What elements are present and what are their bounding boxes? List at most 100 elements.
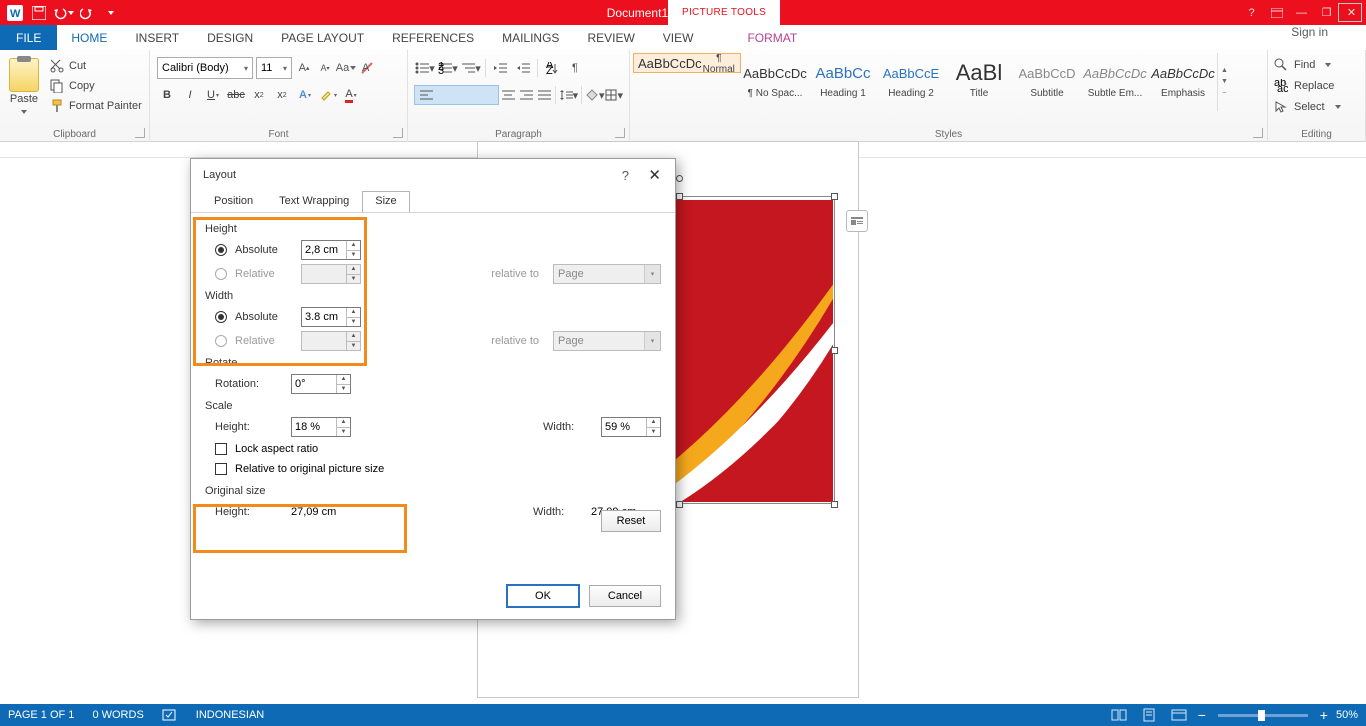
tab-references[interactable]: REFERENCES: [378, 25, 488, 50]
increase-indent-button[interactable]: [512, 57, 534, 79]
help-button[interactable]: ?: [1239, 2, 1264, 24]
font-color-button[interactable]: A▾: [341, 84, 361, 106]
align-left-button[interactable]: [414, 85, 499, 105]
word-icon[interactable]: W: [4, 2, 26, 24]
grow-font-icon[interactable]: A▴: [295, 57, 313, 79]
read-mode-icon[interactable]: [1108, 704, 1130, 726]
print-layout-icon[interactable]: [1138, 704, 1160, 726]
lock-aspect-checkbox[interactable]: [215, 443, 227, 455]
relative-original-checkbox[interactable]: [215, 463, 227, 475]
numbering-button[interactable]: 123▾: [437, 57, 459, 79]
tab-insert[interactable]: INSERT: [121, 25, 193, 50]
style-subtitle[interactable]: AaBbCcDSubtitle: [1013, 53, 1081, 111]
width-absolute-radio[interactable]: [215, 311, 227, 323]
tab-format[interactable]: FORMAT: [733, 25, 811, 50]
resize-handle-e[interactable]: [831, 347, 838, 354]
qat-customize-icon[interactable]: [100, 2, 122, 24]
format-painter-button[interactable]: Format Painter: [50, 96, 142, 116]
resize-handle-se[interactable]: [831, 501, 838, 508]
dialog-close-icon[interactable]: ✕: [648, 166, 661, 184]
dialog-tab-size[interactable]: Size: [362, 191, 409, 213]
italic-button[interactable]: I: [180, 84, 200, 106]
styles-more-button[interactable]: ▲▼⎯: [1217, 53, 1231, 111]
sort-button[interactable]: AZ: [541, 57, 563, 79]
decrease-indent-button[interactable]: [489, 57, 511, 79]
zoom-slider[interactable]: [1218, 714, 1308, 717]
zoom-out-button[interactable]: −: [1198, 707, 1206, 723]
style-emphasis[interactable]: AaBbCcDcEmphasis: [1149, 53, 1217, 111]
ok-button[interactable]: OK: [507, 585, 579, 607]
line-spacing-button[interactable]: ▾: [559, 84, 579, 106]
dialog-titlebar[interactable]: Layout ? ✕: [191, 159, 675, 191]
tab-file[interactable]: FILE: [0, 25, 57, 50]
select-button[interactable]: Select: [1274, 96, 1361, 117]
resize-handle-s[interactable]: [676, 501, 683, 508]
resize-handle-ne[interactable]: [831, 193, 838, 200]
width-absolute-input[interactable]: 3.8 cm▲▼: [301, 307, 361, 327]
bullets-button[interactable]: ▾: [414, 57, 436, 79]
height-absolute-radio[interactable]: [215, 244, 227, 256]
height-relative-radio[interactable]: [215, 268, 227, 280]
rotate-handle[interactable]: [676, 175, 683, 182]
justify-button[interactable]: [535, 84, 552, 106]
style-title[interactable]: AaBlTitle: [945, 53, 1013, 111]
dialog-help-icon[interactable]: ?: [622, 168, 629, 183]
rotation-input[interactable]: 0°▲▼: [291, 374, 351, 394]
style-subtle-em[interactable]: AaBbCcDcSubtle Em...: [1081, 53, 1149, 111]
tab-home[interactable]: HOME: [57, 25, 121, 50]
ribbon-display-icon[interactable]: [1264, 2, 1289, 24]
clipboard-launcher-icon[interactable]: [135, 128, 145, 138]
scale-width-input[interactable]: 59 %▲▼: [601, 417, 661, 437]
dialog-tab-text-wrapping[interactable]: Text Wrapping: [266, 191, 362, 213]
undo-icon[interactable]: [52, 2, 74, 24]
resize-handle-n[interactable]: [676, 193, 683, 200]
show-marks-button[interactable]: ¶: [564, 57, 586, 79]
tab-review[interactable]: REVIEW: [573, 25, 648, 50]
multilevel-button[interactable]: ▾: [460, 57, 482, 79]
borders-button[interactable]: ▾: [605, 84, 623, 106]
page-indicator[interactable]: PAGE 1 OF 1: [8, 709, 74, 721]
word-count[interactable]: 0 WORDS: [92, 709, 143, 721]
web-layout-icon[interactable]: [1168, 704, 1190, 726]
reset-button[interactable]: Reset: [601, 510, 661, 532]
tab-view[interactable]: VIEW: [649, 25, 708, 50]
bold-button[interactable]: B: [157, 84, 177, 106]
tab-design[interactable]: DESIGN: [193, 25, 267, 50]
restore-button[interactable]: ❐: [1314, 2, 1339, 24]
strikethrough-button[interactable]: abc: [226, 84, 246, 106]
paragraph-launcher-icon[interactable]: [615, 128, 625, 138]
styles-launcher-icon[interactable]: [1253, 128, 1263, 138]
font-size-combo[interactable]: 11▾: [256, 57, 292, 79]
cut-button[interactable]: Cut: [50, 56, 142, 76]
layout-options-button[interactable]: [846, 210, 868, 232]
align-center-button[interactable]: [500, 84, 517, 106]
save-icon[interactable]: [28, 2, 50, 24]
text-effects-button[interactable]: A▾: [295, 84, 315, 106]
change-case-icon[interactable]: Aa: [337, 57, 355, 79]
font-launcher-icon[interactable]: [393, 128, 403, 138]
clear-format-icon[interactable]: A: [358, 57, 376, 79]
shrink-font-icon[interactable]: A▾: [316, 57, 334, 79]
proofing-icon[interactable]: [162, 708, 178, 722]
width-relative-radio[interactable]: [215, 335, 227, 347]
font-name-combo[interactable]: Calibri (Body)▾: [157, 57, 253, 79]
dialog-tab-position[interactable]: Position: [201, 191, 266, 213]
zoom-in-button[interactable]: +: [1320, 707, 1328, 723]
zoom-value[interactable]: 50%: [1336, 709, 1358, 721]
tab-page-layout[interactable]: PAGE LAYOUT: [267, 25, 378, 50]
copy-button[interactable]: Copy: [50, 76, 142, 96]
style-heading2[interactable]: AaBbCcEHeading 2: [877, 53, 945, 111]
subscript-button[interactable]: x2: [249, 84, 269, 106]
redo-icon[interactable]: [76, 2, 98, 24]
style-normal[interactable]: AaBbCcDc¶ Normal: [633, 53, 741, 73]
highlight-button[interactable]: ▾: [318, 84, 338, 106]
cancel-button[interactable]: Cancel: [589, 585, 661, 607]
superscript-button[interactable]: x2: [272, 84, 292, 106]
tab-mailings[interactable]: MAILINGS: [488, 25, 573, 50]
language-indicator[interactable]: INDONESIAN: [196, 709, 264, 721]
style-heading1[interactable]: AaBbCcHeading 1: [809, 53, 877, 111]
style-no-spacing[interactable]: AaBbCcDc¶ No Spac...: [741, 53, 809, 111]
height-absolute-input[interactable]: 2,8 cm▲▼: [301, 240, 361, 260]
scale-height-input[interactable]: 18 %▲▼: [291, 417, 351, 437]
align-right-button[interactable]: [517, 84, 534, 106]
